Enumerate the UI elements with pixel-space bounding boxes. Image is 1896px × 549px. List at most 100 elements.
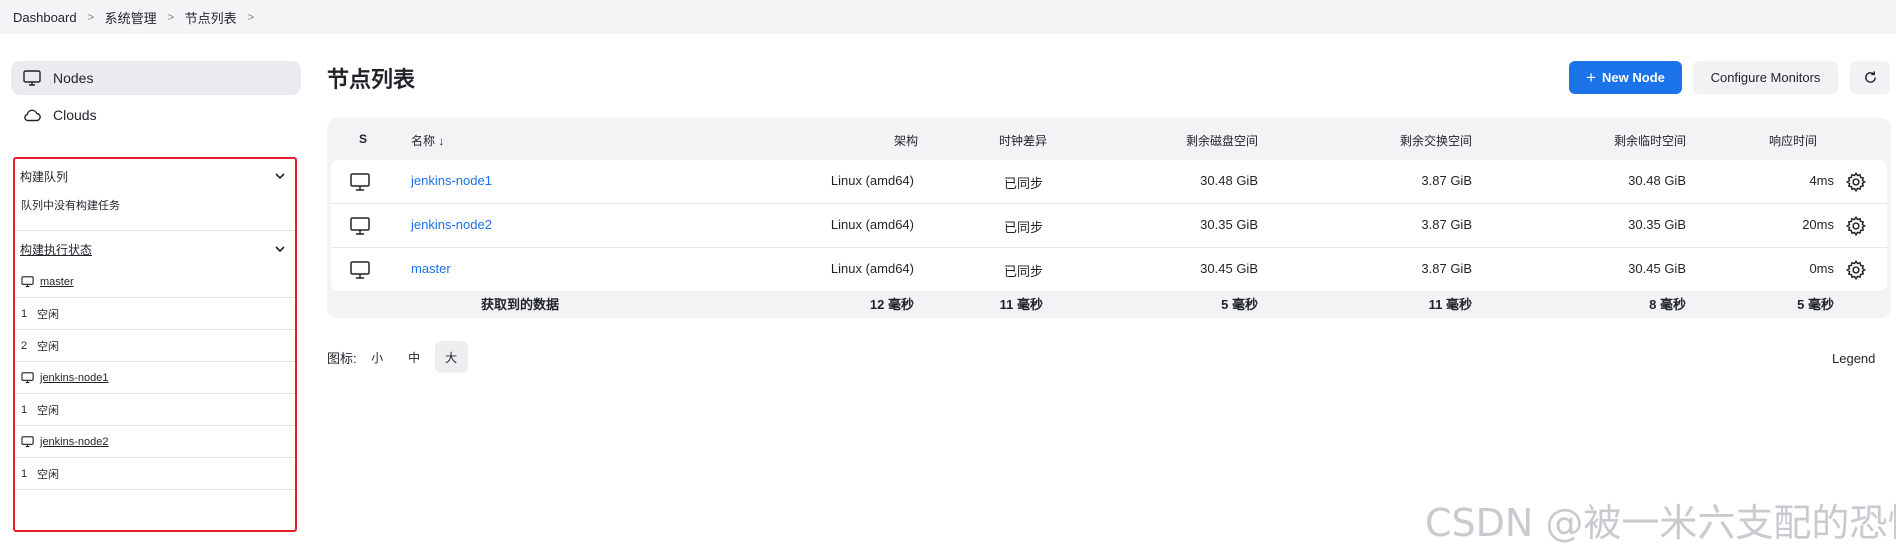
cell-temp: 30.48 GiB [1628,173,1686,188]
refresh-icon [1864,71,1876,83]
cloud-icon [24,109,41,122]
breadcrumb-manage[interactable]: 系统管理 [105,8,157,27]
chevron-right-icon: > [247,10,255,24]
page-title: 节点列表 [327,67,416,92]
executor-number: 1 [21,307,28,320]
executor-number: 2 [21,339,28,352]
cell-disk: 30.35 GiB [1200,217,1258,232]
icon-size-small[interactable]: 小 [361,341,394,373]
cell-temp: 30.45 GiB [1628,261,1686,276]
executor-row: 2 空闲 [15,330,295,362]
breadcrumb-nodes[interactable]: 节点列表 [185,8,237,27]
cell-disk: 30.48 GiB [1200,173,1258,188]
chevron-right-icon: > [87,10,95,24]
cell-clock: 已同步 [1003,220,1043,235]
col-name[interactable]: 名称 ↓ [411,132,444,149]
col-arch[interactable]: 架构 [798,132,918,149]
cell-arch: Linux (amd64) [830,173,914,188]
build-queue-header[interactable]: 构建队列 [15,159,295,193]
computer-icon [21,276,34,288]
cell-clock: 已同步 [1003,264,1043,279]
col-status[interactable]: S [359,132,367,146]
executor-node-jenkins-node2[interactable]: jenkins-node2 [15,426,295,458]
icon-size-large[interactable]: 大 [434,341,468,373]
table-header: S 名称 ↓ 架构 时钟差异 剩余磁盘空间 剩余交换空间 剩余临时空间 响应时间 [327,118,1891,160]
cell-temp: 30.35 GiB [1628,217,1686,232]
icon-size-selector: 图标: 小 中 大 [327,341,468,373]
executor-node-master[interactable]: master [15,266,295,298]
cell-swap: 3.87 GiB [1421,173,1472,188]
table-row: master Linux (amd64) 已同步 30.45 GiB 3.87 … [331,248,1887,291]
computer-icon [350,261,370,279]
executor-node-link[interactable]: master [40,276,74,288]
cell-response: 4ms [1809,173,1834,188]
sidebar-item-nodes[interactable]: Nodes [11,61,301,95]
sidebar-item-label: Clouds [53,107,97,123]
chevron-right-icon: > [167,10,175,24]
executor-status: 空闲 [37,308,59,321]
executor-number: 1 [21,403,28,416]
sidebar-panes-highlight: 构建队列 队列中没有构建任务 构建执行状态 master 1 空闲 2 空闲 j… [13,157,297,532]
build-queue-empty-text: 队列中没有构建任务 [21,200,120,212]
gear-icon[interactable] [1845,259,1867,281]
cell-response: 20ms [1802,217,1834,232]
executor-row: 1 空闲 [15,298,295,330]
executor-node-jenkins-node1[interactable]: jenkins-node1 [15,362,295,394]
footer-temp: 8 毫秒 [1649,297,1686,312]
computer-icon [21,372,34,384]
chevron-down-icon[interactable] [273,242,287,256]
cell-swap: 3.87 GiB [1421,217,1472,232]
legend-link[interactable]: Legend [1832,351,1875,366]
refresh-button[interactable] [1850,61,1890,94]
footer-arch: 12 毫秒 [869,297,914,312]
executor-row: 1 空闲 [15,458,295,490]
executor-status: 空闲 [37,404,59,417]
sidebar-item-clouds[interactable]: Clouds [11,98,301,132]
computer-icon [350,173,370,191]
cell-clock: 已同步 [1003,176,1043,191]
table-row: jenkins-node2 Linux (amd64) 已同步 30.35 Gi… [331,204,1887,247]
watermark: CSDN @被一米六支配的恐惧 [1425,501,1896,545]
build-queue-empty: 队列中没有构建任务 [15,193,295,217]
build-queue-title: 构建队列 [20,169,69,184]
plus-icon: + [1586,68,1597,87]
executors-header[interactable]: 构建执行状态 [15,232,295,266]
executor-number: 1 [21,467,28,480]
computer-icon [350,217,370,235]
executor-node-link[interactable]: jenkins-node2 [40,436,109,448]
icon-size-medium[interactable]: 中 [398,341,431,373]
gear-icon[interactable] [1845,171,1867,193]
col-temp[interactable]: 剩余临时空间 [1526,132,1686,149]
col-clock[interactable]: 时钟差异 [927,132,1047,149]
executors-title[interactable]: 构建执行状态 [20,241,92,258]
node-link[interactable]: master [411,261,451,276]
breadcrumb: Dashboard > 系统管理 > 节点列表 > [0,0,1896,34]
divider [15,217,295,231]
configure-monitors-button[interactable]: Configure Monitors [1693,61,1838,94]
cell-disk: 30.45 GiB [1200,261,1258,276]
executor-status: 空闲 [37,468,59,481]
cell-swap: 3.87 GiB [1421,261,1472,276]
col-response[interactable]: 响应时间 [1697,132,1817,149]
new-node-button[interactable]: + New Node [1569,61,1682,94]
footer-clock: 11 毫秒 [999,297,1043,312]
executor-node-link[interactable]: jenkins-node1 [40,372,109,384]
col-swap[interactable]: 剩余交换空间 [1312,132,1472,149]
computer-icon [21,436,34,448]
gear-icon[interactable] [1845,215,1867,237]
icon-size-label: 图标: [327,350,357,366]
new-node-label: New Node [1602,70,1665,85]
node-link[interactable]: jenkins-node1 [411,173,492,188]
cell-arch: Linux (amd64) [830,217,914,232]
chevron-down-icon[interactable] [273,169,287,183]
table-footer: 获取到的数据 12 毫秒 11 毫秒 5 毫秒 11 毫秒 8 毫秒 5 毫秒 [327,290,1891,314]
executor-status: 空闲 [37,340,59,353]
breadcrumb-dashboard[interactable]: Dashboard [13,10,77,25]
computer-icon [23,70,41,86]
col-disk[interactable]: 剩余磁盘空间 [1098,132,1258,149]
node-link[interactable]: jenkins-node2 [411,217,492,232]
sidebar-item-label: Nodes [53,70,94,86]
cell-response: 0ms [1809,261,1834,276]
footer-disk: 5 毫秒 [1221,297,1258,312]
footer-response: 5 毫秒 [1797,297,1834,312]
